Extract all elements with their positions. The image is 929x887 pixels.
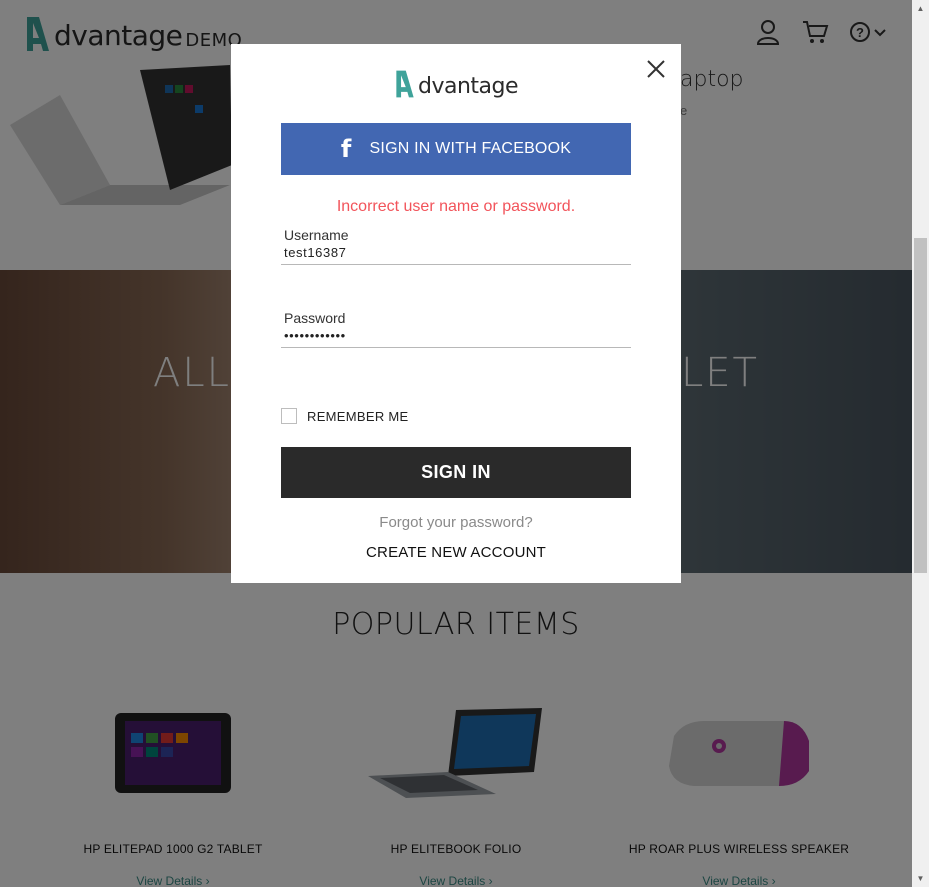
login-modal: dvantage f SIGN IN WITH FACEBOOK Incorre…	[231, 44, 681, 583]
forgot-password-link[interactable]: Forgot your password?	[231, 514, 681, 531]
login-error-message: Incorrect user name or password.	[336, 198, 576, 215]
password-label: Password	[284, 310, 346, 326]
remember-me-row[interactable]: REMEMBER ME	[281, 408, 409, 424]
create-account-link[interactable]: CREATE NEW ACCOUNT	[231, 544, 681, 561]
facebook-signin-button[interactable]: f SIGN IN WITH FACEBOOK	[281, 123, 631, 175]
page-scrollbar[interactable]: ▲ ▼	[912, 0, 929, 887]
password-input[interactable]	[281, 326, 631, 348]
username-label: Username	[284, 227, 349, 243]
advantage-logo-icon	[396, 70, 414, 98]
modal-logo-word: dvantage	[417, 74, 519, 99]
scrollbar-thumb[interactable]	[914, 238, 927, 573]
username-field-group: Username	[281, 227, 631, 265]
username-input[interactable]	[281, 243, 631, 265]
facebook-icon: f	[340, 135, 352, 163]
password-field-group: Password	[281, 310, 631, 348]
remember-me-checkbox[interactable]	[281, 408, 297, 424]
remember-me-label[interactable]: REMEMBER ME	[307, 409, 409, 424]
scroll-down-arrow-icon[interactable]: ▼	[912, 870, 929, 887]
facebook-signin-label: SIGN IN WITH FACEBOOK	[369, 140, 572, 157]
scroll-up-arrow-icon[interactable]: ▲	[912, 0, 929, 17]
sign-in-button[interactable]: SIGN IN	[281, 447, 631, 498]
modal-logo: dvantage	[231, 68, 681, 100]
